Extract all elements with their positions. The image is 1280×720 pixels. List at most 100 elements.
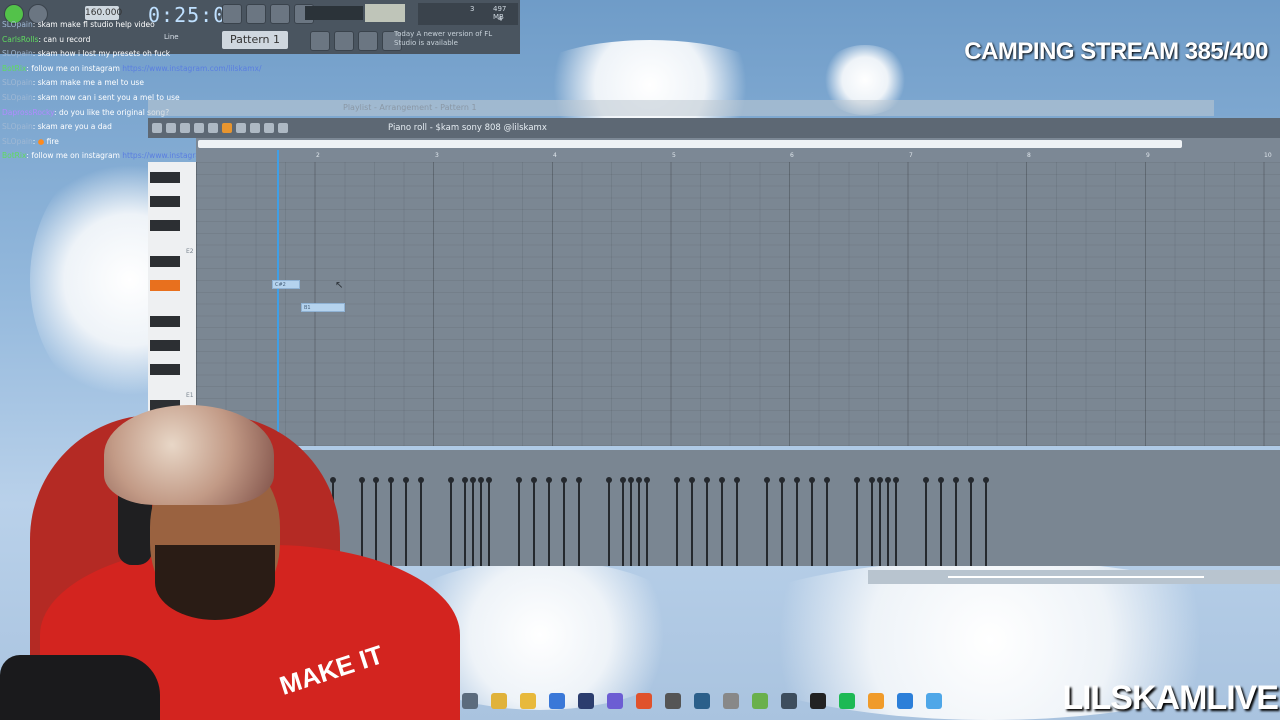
chat-message: CarlsRolls: can u record	[2, 34, 91, 44]
channel-brand: LILSKAMLIVE	[1062, 679, 1279, 717]
channel-rack-icon[interactable]	[334, 31, 354, 51]
obs-icon[interactable]	[665, 693, 681, 709]
velocity-stem[interactable]	[486, 477, 492, 566]
velocity-stem[interactable]	[576, 477, 582, 566]
spotify-icon[interactable]	[839, 693, 855, 709]
piano-roll-toolbar	[148, 118, 1280, 138]
slice-icon[interactable]	[236, 123, 246, 133]
playlist-title-bar[interactable]: Playlist - Arrangement - Pattern 1	[148, 100, 1214, 116]
chat-user: SLOpain	[2, 49, 33, 59]
brush-icon[interactable]	[194, 123, 204, 133]
4k-icon[interactable]	[781, 693, 797, 709]
black-key[interactable]	[150, 172, 180, 183]
chat-message: SLOpain: skam make me a mel to use	[2, 78, 144, 88]
select-icon[interactable]	[250, 123, 260, 133]
poly-count: 4	[498, 15, 503, 23]
velocity-stem[interactable]	[809, 477, 815, 566]
zoom-icon[interactable]	[264, 123, 274, 133]
chat-user: SLOpain	[2, 136, 33, 146]
gaming-icon[interactable]	[752, 693, 768, 709]
mixer-icon[interactable]	[358, 31, 378, 51]
velocity-stem[interactable]	[628, 477, 634, 566]
velocity-stem[interactable]	[893, 477, 899, 566]
steam-icon[interactable]	[694, 693, 710, 709]
chat-link[interactable]: https://www.instagram.com/lilskamx/	[122, 64, 261, 73]
velocity-stem[interactable]	[478, 477, 484, 566]
velocity-stem[interactable]	[531, 477, 537, 566]
capcut-icon[interactable]	[810, 693, 826, 709]
velocity-stem[interactable]	[704, 477, 710, 566]
photoshop-icon[interactable]	[578, 693, 594, 709]
step-edit-icon[interactable]	[310, 31, 330, 51]
black-key[interactable]	[150, 364, 180, 375]
photos-icon[interactable]	[926, 693, 942, 709]
active-key[interactable]	[150, 280, 180, 291]
horizontal-scrollbar[interactable]	[868, 570, 1280, 584]
velocity-stem[interactable]	[968, 477, 974, 566]
velocity-stem[interactable]	[516, 477, 522, 566]
timeline-scrollbar[interactable]	[198, 140, 1182, 148]
velocity-stem[interactable]	[620, 477, 626, 566]
chat-text: skam how i lost my presets oh fuck	[37, 49, 171, 59]
velocity-stem[interactable]	[606, 477, 612, 566]
chat-user: DaprossRocky	[2, 107, 55, 117]
discord-icon[interactable]	[607, 693, 623, 709]
mute-tool-icon[interactable]	[222, 123, 232, 133]
velocity-stem[interactable]	[561, 477, 567, 566]
waveform-monitor	[305, 6, 363, 20]
velocity-stem[interactable]	[689, 477, 695, 566]
velocity-stem[interactable]	[470, 477, 476, 566]
pencil-icon[interactable]	[180, 123, 190, 133]
streamer-beard	[155, 545, 275, 620]
playback-icon[interactable]	[278, 123, 288, 133]
velocity-stem[interactable]	[794, 477, 800, 566]
scrollbar-thumb[interactable]	[948, 576, 1204, 578]
black-key[interactable]	[150, 340, 180, 351]
chat-user: SLOpain	[2, 78, 33, 88]
black-key[interactable]	[150, 316, 180, 327]
store-icon[interactable]	[462, 693, 478, 709]
bar-number: 2	[316, 152, 320, 159]
black-key[interactable]	[150, 196, 180, 207]
menu-arrow-icon[interactable]	[152, 123, 162, 133]
magnet-icon[interactable]	[166, 123, 176, 133]
velocity-stem[interactable]	[869, 477, 875, 566]
chat-user: SLOpain	[2, 122, 33, 132]
velocity-stem[interactable]	[734, 477, 740, 566]
velocity-stem[interactable]	[983, 477, 989, 566]
keyboard-icon[interactable]	[723, 693, 739, 709]
note-block[interactable]: C#2	[272, 280, 300, 289]
calendar-icon[interactable]	[549, 693, 565, 709]
piano-roll-title: Piano roll - $kam sony 808 @lilskamx	[388, 123, 547, 133]
update-hint[interactable]: Today A newer version of FL Studio is av…	[394, 30, 504, 52]
chat-text: skam make me a mel to use	[37, 78, 144, 88]
velocity-stem[interactable]	[764, 477, 770, 566]
folder-icon[interactable]	[520, 693, 536, 709]
black-key[interactable]	[150, 256, 180, 267]
brave-icon[interactable]	[636, 693, 652, 709]
master-volume[interactable]	[365, 4, 405, 22]
velocity-stem[interactable]	[938, 477, 944, 566]
velocity-stem[interactable]	[719, 477, 725, 566]
delete-icon[interactable]	[208, 123, 218, 133]
fl-studio-icon[interactable]	[868, 693, 884, 709]
velocity-stem[interactable]	[953, 477, 959, 566]
chrome-icon[interactable]	[491, 693, 507, 709]
velocity-stem[interactable]	[546, 477, 552, 566]
chat-message: SLOpain: skam make fl studio help video	[2, 20, 155, 29]
fire-icon: ●	[37, 136, 45, 146]
chat-user: SLOpain	[2, 20, 33, 29]
notepad-icon[interactable]	[897, 693, 913, 709]
velocity-stem[interactable]	[824, 477, 830, 566]
velocity-stem[interactable]	[854, 477, 860, 566]
velocity-stem[interactable]	[779, 477, 785, 566]
stream-title: CAMPING STREAM 385/400	[964, 38, 1268, 65]
velocity-stem[interactable]	[644, 477, 650, 566]
black-key[interactable]	[150, 220, 180, 231]
velocity-stem[interactable]	[885, 477, 891, 566]
note-block[interactable]: B1	[301, 303, 345, 312]
velocity-stem[interactable]	[877, 477, 883, 566]
velocity-stem[interactable]	[674, 477, 680, 566]
velocity-stem[interactable]	[636, 477, 642, 566]
velocity-stem[interactable]	[923, 477, 929, 566]
